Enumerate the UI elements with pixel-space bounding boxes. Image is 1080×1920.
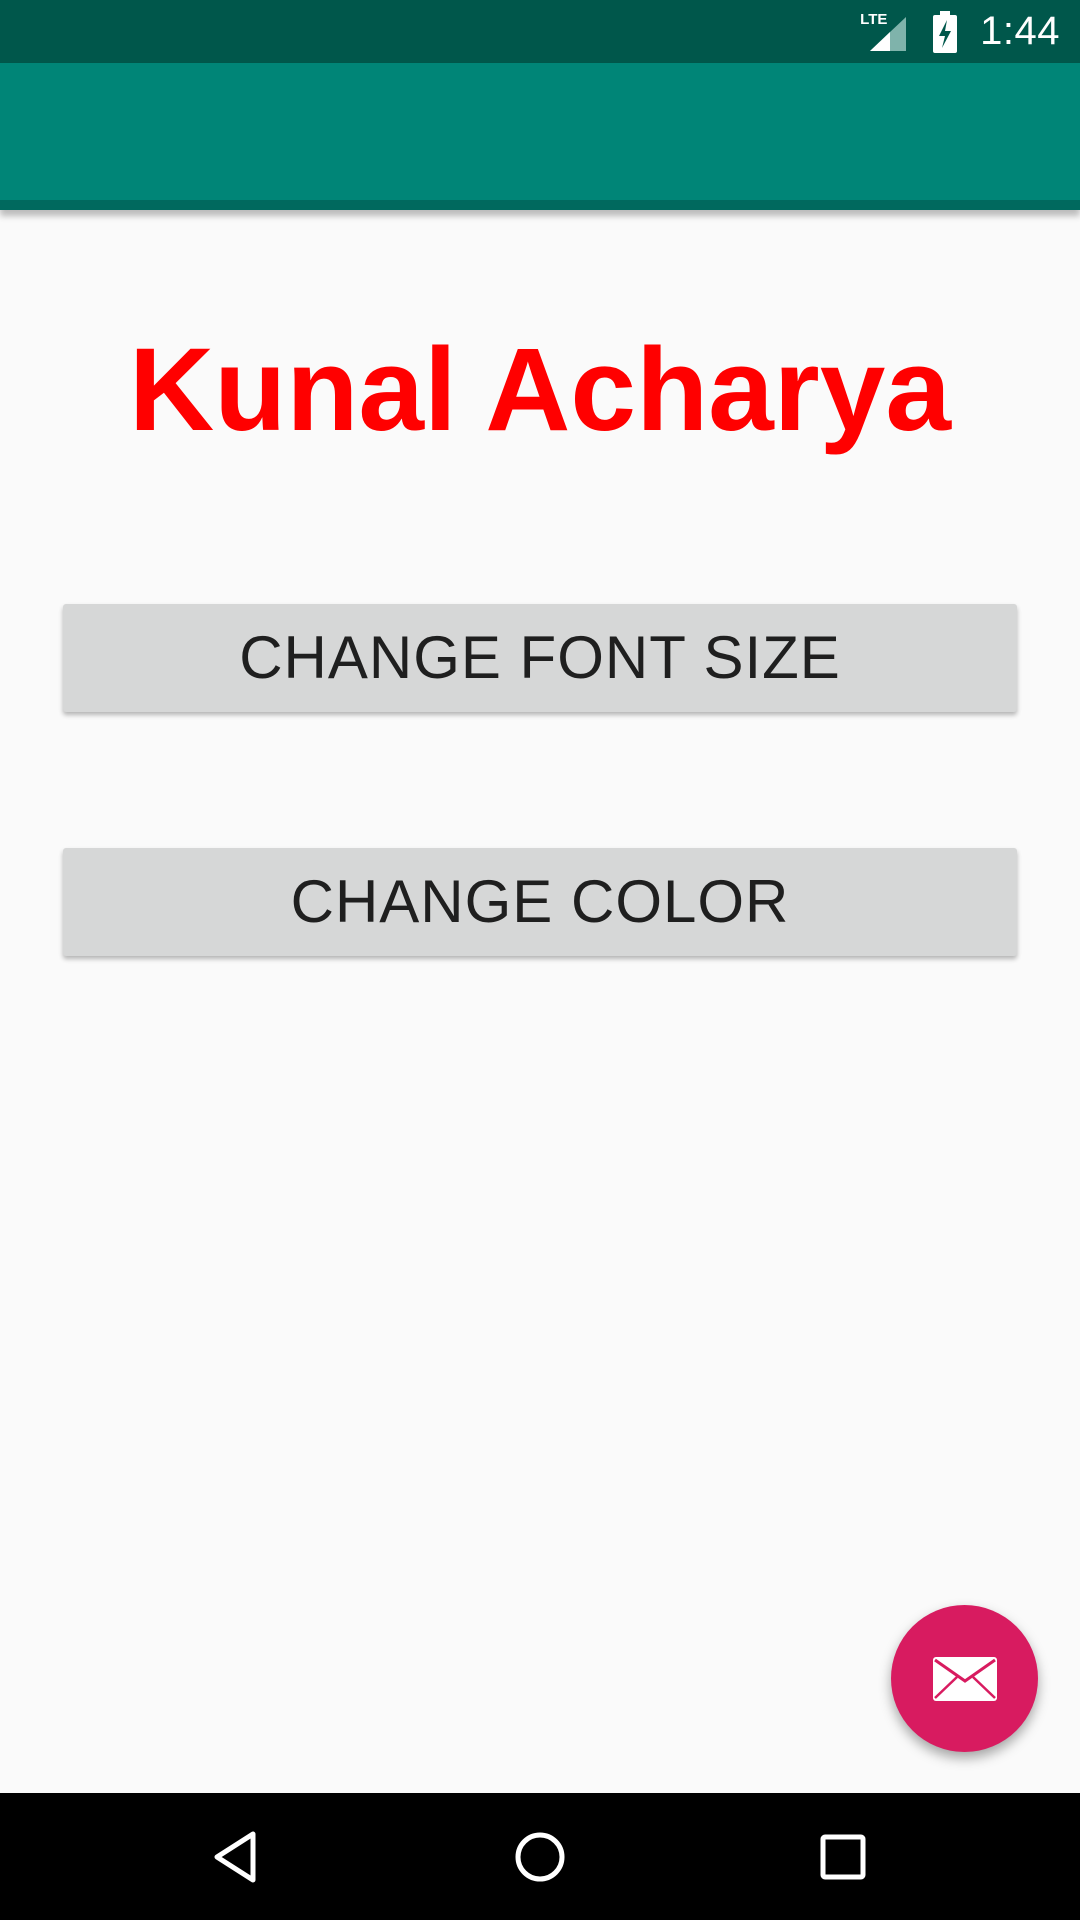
lte-signal-icon: LTE	[860, 11, 910, 53]
main-content: Kunal Acharya CHANGE FONT SIZE CHANGE CO…	[0, 220, 1080, 1793]
change-color-button[interactable]: CHANGE COLOR	[63, 848, 1017, 956]
mail-fab-button[interactable]	[891, 1605, 1038, 1752]
back-icon	[211, 1830, 259, 1884]
app-bar	[0, 63, 1080, 210]
navigation-bar	[0, 1793, 1080, 1920]
status-icons: LTE 1:44	[860, 0, 1060, 63]
nav-home-button[interactable]	[465, 1793, 615, 1920]
name-text: Kunal Acharya	[129, 324, 951, 456]
mail-icon	[932, 1656, 998, 1702]
nav-recents-button[interactable]	[768, 1793, 918, 1920]
status-bar: LTE 1:44	[0, 0, 1080, 63]
change-font-size-button[interactable]: CHANGE FONT SIZE	[63, 604, 1017, 712]
recents-icon	[820, 1834, 866, 1880]
battery-charging-icon	[932, 10, 958, 53]
status-time: 1:44	[980, 9, 1060, 53]
nav-back-button[interactable]	[160, 1793, 310, 1920]
home-icon	[513, 1830, 567, 1884]
app-screen: LTE 1:44 Kunal Acharya CHANGE FONT SIZE …	[0, 0, 1080, 1920]
